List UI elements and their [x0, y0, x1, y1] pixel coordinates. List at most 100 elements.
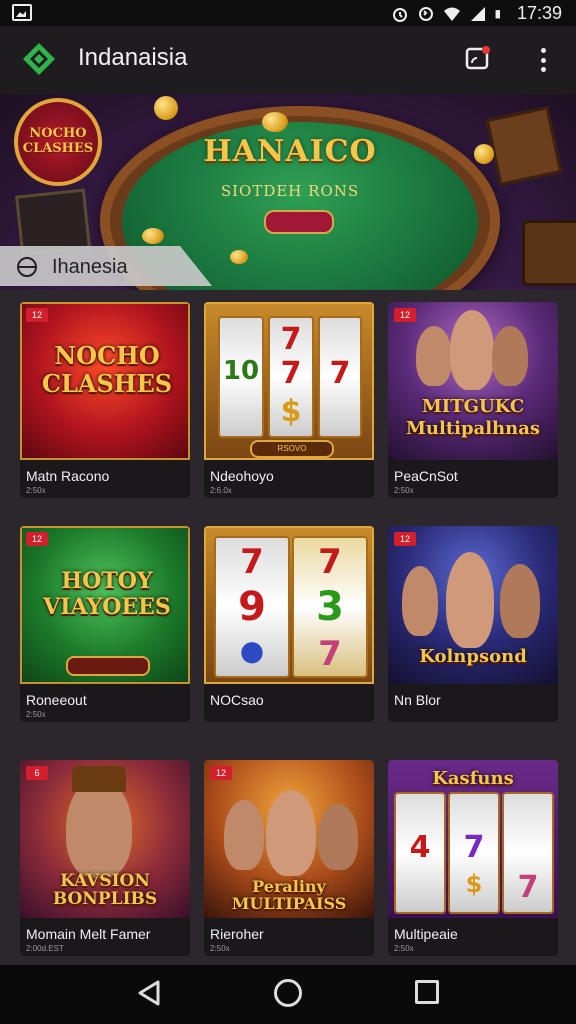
- reel-symbol: 7: [318, 542, 342, 582]
- hat-decoration: [72, 766, 126, 792]
- game-art-title: RSOVO: [250, 440, 334, 458]
- signal-icon: [470, 6, 485, 21]
- game-thumbnail: 7 9 ● 7 3 7: [204, 526, 374, 684]
- game-art-title: HOTOY VIAYOEES: [43, 568, 171, 620]
- game-meta: 2:50x: [26, 710, 46, 719]
- game-title: Multipeaie: [394, 926, 458, 942]
- game-thumbnail: HOTOY VIAYOEES: [20, 526, 190, 684]
- cast-icon[interactable]: [464, 44, 492, 72]
- slot-reel: 4: [394, 792, 446, 914]
- character-figure: [402, 566, 438, 636]
- game-art-title: MITGUKC Multipalhnas: [405, 396, 541, 439]
- game-thumbnail: 10 7 7 $ 7 RSOVO: [204, 302, 374, 460]
- more-options-button[interactable]: [528, 44, 558, 76]
- game-card[interactable]: HOTOY VIAYOEES 12 Roneeout 2:50x: [20, 526, 190, 722]
- character-figure: [318, 804, 358, 870]
- character-figure: [500, 564, 540, 638]
- slot-reel: 7: [318, 316, 362, 438]
- game-thumbnail: Peraliny MULTIPAISS: [204, 760, 374, 918]
- reel-symbol: 7: [463, 830, 485, 865]
- more-dot-icon: [540, 48, 546, 53]
- reel-symbol: 7: [280, 322, 302, 357]
- reel-symbol: 7: [329, 356, 351, 391]
- reel-symbol: $: [280, 394, 302, 429]
- banner-label-text: Ihanesia: [52, 256, 128, 278]
- more-dot-icon: [540, 57, 546, 63]
- back-icon[interactable]: [136, 979, 164, 1007]
- game-art-title: Kasfuns: [432, 768, 514, 789]
- game-card[interactable]: KAVSION BONPLIBS 6 Momain Melt Famer 2:0…: [20, 760, 190, 956]
- game-art-title: KAVSION BONPLIBS: [52, 871, 158, 909]
- game-title: NOCsao: [210, 692, 264, 708]
- banner-button[interactable]: [264, 210, 334, 234]
- game-card[interactable]: MITGUKC Multipalhnas 12 PeaCnSot 2:50x: [388, 302, 558, 498]
- reel-symbol: 7: [240, 542, 264, 582]
- game-grid: NOCHO CLASHES 12 Matn Racono 2:50x 10 7 …: [0, 290, 576, 965]
- character-figure: [416, 326, 452, 386]
- game-card[interactable]: 10 7 7 $ 7 RSOVO Ndeohoyo 2:6.0x: [204, 302, 374, 498]
- card-badge: 12: [26, 532, 48, 546]
- banner-subtitle: SIOTDEH RONS: [220, 182, 360, 200]
- recents-icon[interactable]: [415, 980, 439, 1004]
- wifi-icon: [443, 7, 460, 21]
- reel-symbol: 3: [316, 584, 344, 630]
- game-title: Momain Melt Famer: [26, 926, 151, 942]
- game-thumbnail: MITGUKC Multipalhnas: [388, 302, 558, 460]
- coin-decoration: [262, 112, 288, 132]
- card-badge: 12: [394, 532, 416, 546]
- card-badge: 12: [394, 308, 416, 322]
- status-bar: 17:39: [0, 0, 576, 26]
- game-card[interactable]: NOCHO CLASHES 12 Matn Racono 2:50x: [20, 302, 190, 498]
- game-meta: 2:6.0x: [210, 486, 232, 495]
- coin-decoration: [474, 144, 494, 164]
- game-card[interactable]: 7 9 ● 7 3 7 NOCsao: [204, 526, 374, 722]
- game-thumbnail: NOCHO CLASHES: [20, 302, 190, 460]
- reel-symbol: $: [465, 870, 483, 898]
- game-card[interactable]: Kasfuns 4 7 $ 7 Multipeaie 2:50x: [388, 760, 558, 956]
- reel-symbol: 7: [517, 870, 539, 905]
- slot-reel: 7: [502, 792, 554, 914]
- game-title: Ndeohoyo: [210, 468, 274, 484]
- more-dot-icon: [540, 67, 546, 72]
- game-thumbnail: Kolnpsond: [388, 526, 558, 684]
- status-icons: 17:39: [391, 3, 562, 24]
- globe-icon: [17, 257, 37, 277]
- game-thumbnail: Kasfuns 4 7 $ 7: [388, 760, 558, 918]
- game-meta: 2:50x: [210, 944, 230, 953]
- game-art-title: NOCHO CLASHES: [41, 341, 173, 398]
- crate-decoration: [15, 188, 91, 256]
- character-figure: [66, 778, 132, 878]
- game-meta: 2:50x: [394, 944, 414, 953]
- game-title: Nn Blor: [394, 692, 441, 708]
- banner-title: HANAICO: [203, 134, 377, 169]
- banner-badge-text: NOCHO CLASHES: [22, 126, 94, 156]
- game-title: PeaCnSot: [394, 468, 458, 484]
- app-logo-icon: [23, 43, 55, 75]
- game-thumbnail: KAVSION BONPLIBS: [20, 760, 190, 918]
- slot-reel: 7 9 ●: [214, 536, 290, 678]
- game-meta: 2:50x: [394, 486, 414, 495]
- character-figure: [224, 800, 264, 870]
- game-meta: 2:50x: [26, 486, 46, 495]
- crate-decoration: [485, 106, 563, 186]
- slot-reel: 10: [218, 316, 264, 438]
- slot-reel: 7 $: [448, 792, 500, 914]
- alarm-icon: [392, 7, 407, 22]
- coin-decoration: [154, 96, 178, 120]
- image-notification-icon: [12, 4, 32, 21]
- sync-icon: [418, 6, 433, 21]
- game-meta: 2:00d.EST: [26, 944, 64, 953]
- game-art-button: [66, 656, 150, 676]
- battery-icon: [495, 9, 500, 18]
- game-art-title: Kolnpsond: [419, 646, 527, 667]
- featured-banner[interactable]: HANAICO SIOTDEH RONS NOCHO CLASHES Ihane…: [0, 94, 576, 290]
- home-icon[interactable]: [274, 979, 302, 1007]
- coin-decoration: [230, 250, 248, 264]
- game-card[interactable]: Peraliny MULTIPAISS 12 Rieroher 2:50x: [204, 760, 374, 956]
- character-figure: [450, 310, 494, 390]
- game-art-title: Peraliny MULTIPAISS: [231, 877, 347, 913]
- app-title: Indanaisia: [78, 44, 188, 71]
- game-card[interactable]: Kolnpsond 12 Nn Blor: [388, 526, 558, 722]
- reel-symbol: ●: [239, 634, 265, 667]
- character-figure: [446, 552, 494, 648]
